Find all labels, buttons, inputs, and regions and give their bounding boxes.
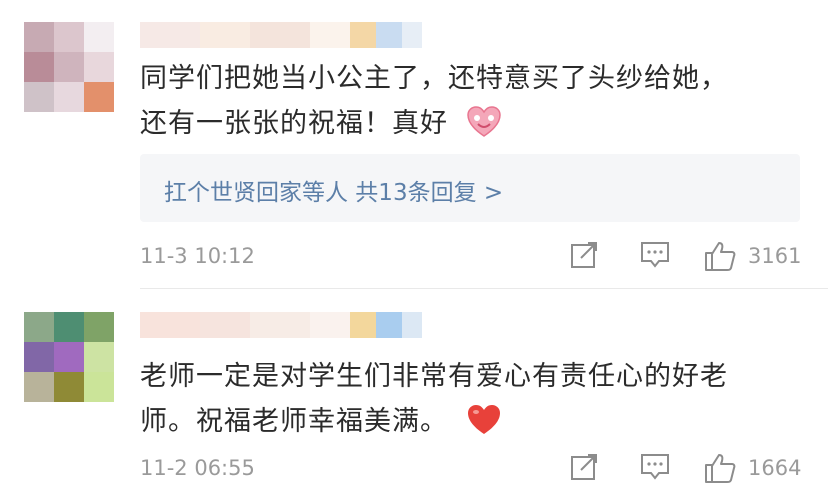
comment-text-line: 还有一张张的祝福！真好 xyxy=(140,101,800,152)
like-count: 1664 xyxy=(748,456,802,480)
comment-text-segment: 师。祝福老师幸福美满。 xyxy=(140,406,448,437)
comment-item: 同学们把她当小公主了，还特意买了头纱给她， 还有一张张的祝福！真好 扛个世贤回家… xyxy=(0,0,828,290)
comment-text-segment: 还有一张张的祝福！真好 xyxy=(140,108,448,139)
comment-text: 同学们把她当小公主了，还特意买了头纱给她， 还有一张张的祝福！真好 xyxy=(140,56,800,152)
red-heart-emoji-icon xyxy=(466,404,502,450)
comment-icon[interactable] xyxy=(640,240,672,274)
timestamp: 11-2 06:55 xyxy=(140,456,255,480)
comment-text-line: 老师一定是对学生们非常有爱心有责任心的好老 xyxy=(140,361,728,392)
heart-bear-emoji-icon xyxy=(466,106,502,152)
timestamp: 11-3 10:12 xyxy=(140,244,255,268)
reply-summary-link[interactable]: 扛个世贤回家等人 共13条回复 > xyxy=(164,173,503,207)
reply-summary-box[interactable]: 扛个世贤回家等人 共13条回复 > xyxy=(140,154,800,222)
like-icon[interactable] xyxy=(704,240,738,276)
comment-item: 老师一定是对学生们非常有爱心有责任心的好老 师。祝福老师幸福美满。 11-2 0… xyxy=(0,290,828,499)
avatar[interactable] xyxy=(24,312,114,402)
comment-meta: 11-2 06:55 1664 xyxy=(140,452,802,488)
like-count: 3161 xyxy=(748,244,802,268)
like-icon[interactable] xyxy=(704,452,738,488)
comment-text-line: 师。祝福老师幸福美满。 xyxy=(140,399,800,450)
share-icon[interactable] xyxy=(570,240,600,274)
comment-text: 老师一定是对学生们非常有爱心有责任心的好老 师。祝福老师幸福美满。 xyxy=(140,354,800,450)
username-blurred[interactable] xyxy=(140,312,422,338)
comment-text-line: 同学们把她当小公主了，还特意买了头纱给她， xyxy=(140,63,728,94)
comment-meta: 11-3 10:12 3161 xyxy=(140,240,802,276)
avatar[interactable] xyxy=(24,22,114,112)
share-icon[interactable] xyxy=(570,452,600,486)
divider xyxy=(140,288,828,289)
username-blurred[interactable] xyxy=(140,22,422,48)
comment-icon[interactable] xyxy=(640,452,672,486)
